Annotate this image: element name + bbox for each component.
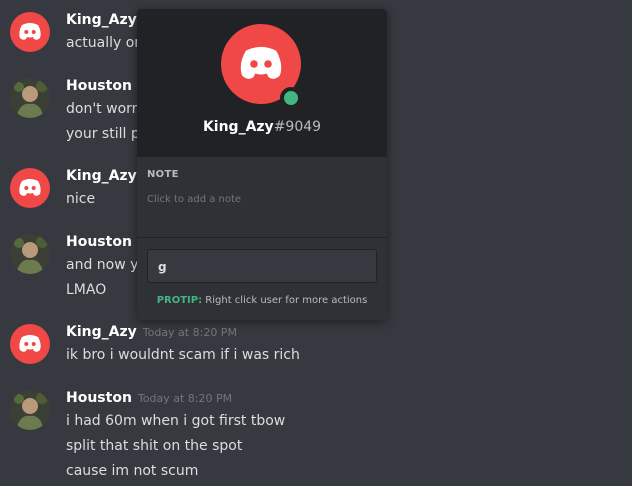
message-text: don't worry — [66, 101, 146, 117]
timestamp: Today at 8:20 PM — [142, 326, 237, 339]
popout-username[interactable]: King_Azy#9049 — [137, 119, 387, 135]
message-text: and now yo — [66, 257, 147, 273]
discord-logo-icon — [19, 23, 41, 40]
username-text[interactable]: King_Azy — [66, 168, 137, 184]
message-text: your still po — [66, 126, 149, 142]
avatar[interactable] — [10, 12, 50, 52]
username[interactable]: King_Azy — [66, 168, 137, 184]
message-text: cause im not scum — [66, 463, 199, 479]
popout-username-text[interactable]: King_Azy — [203, 119, 274, 135]
username-text[interactable]: Houston — [66, 78, 132, 94]
user-photo-icon — [10, 78, 50, 118]
username[interactable]: Houston Today at 8:20 PM — [66, 390, 232, 406]
divider — [137, 237, 387, 238]
username-text[interactable]: King_Azy — [66, 324, 137, 340]
protip: PROTIP: Right click user for more action… — [137, 295, 387, 306]
avatar[interactable] — [10, 390, 50, 430]
avatar[interactable] — [10, 324, 50, 364]
username[interactable]: HoustonT — [66, 234, 145, 250]
discord-logo-icon — [19, 335, 41, 352]
message-text: split that shit on the spot — [66, 438, 243, 454]
online-status-icon — [280, 87, 302, 109]
username[interactable]: HoustonT — [66, 78, 145, 94]
message-text: ik bro i wouldnt scam if i was rich — [66, 347, 300, 363]
discriminator[interactable]: #9049 — [274, 119, 321, 135]
discord-logo-icon — [19, 179, 41, 196]
avatar[interactable] — [10, 168, 50, 208]
message-text: i had 60m when i got first tbow — [66, 413, 286, 429]
popout-header: King_Azy#9049 — [137, 9, 387, 157]
user-popout: King_Azy#9049 NOTE Click to add a note g… — [137, 9, 387, 320]
username-text[interactable]: King_Azy — [66, 12, 137, 28]
note-input[interactable]: Click to add a note — [147, 194, 241, 205]
protip-label: PROTIP: — [156, 295, 203, 306]
message-text: LMAO — [66, 282, 107, 298]
protip-text: Right click user for more actions — [205, 295, 368, 306]
username-text[interactable]: Houston — [66, 390, 132, 406]
username[interactable]: King_Azy — [66, 12, 137, 28]
discord-logo-icon — [240, 46, 282, 79]
user-photo-icon — [10, 390, 50, 430]
user-photo-icon — [10, 234, 50, 274]
avatar[interactable] — [10, 78, 50, 118]
avatar[interactable] — [10, 234, 50, 274]
message-text: nice — [66, 191, 96, 207]
timestamp: Today at 8:20 PM — [137, 392, 233, 405]
username-text[interactable]: Houston — [66, 234, 132, 250]
username[interactable]: King_Azy Today at 8:20 PM — [66, 324, 237, 340]
quick-message-input[interactable]: g — [147, 249, 377, 283]
message-text: actually on — [66, 35, 144, 51]
note-label: NOTE — [147, 169, 179, 180]
